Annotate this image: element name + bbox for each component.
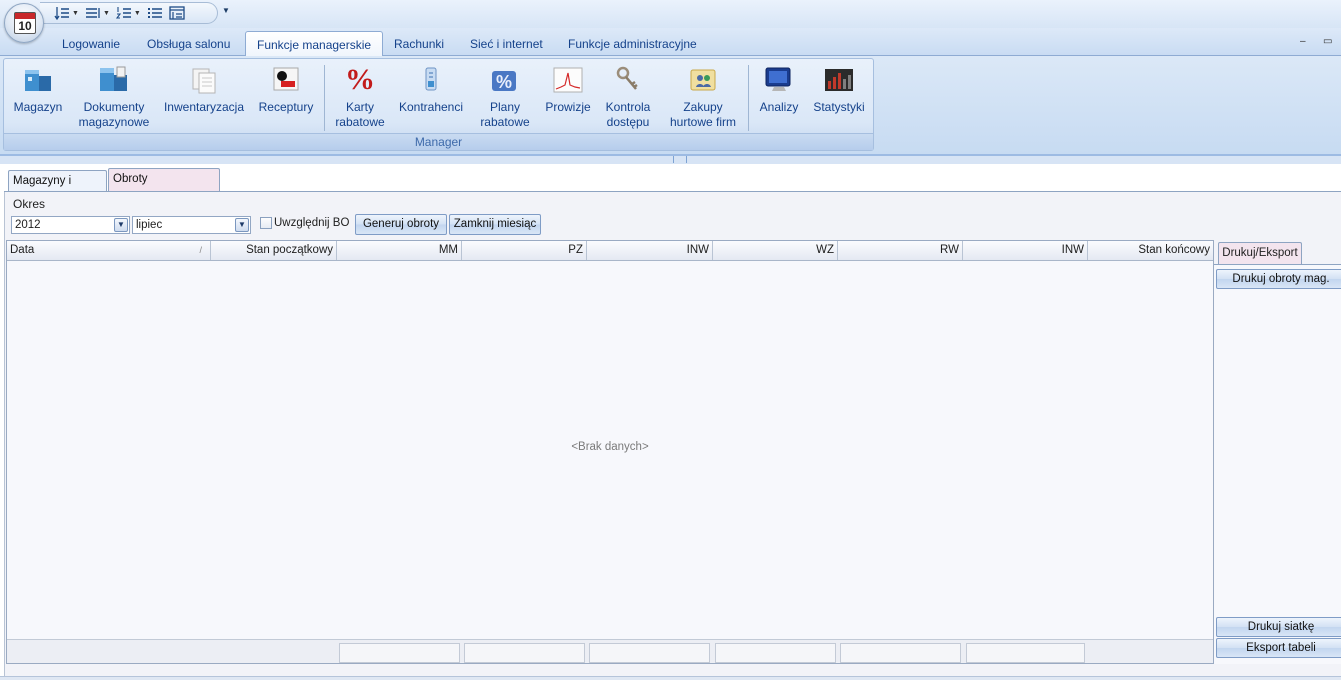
customize-qat-icon[interactable]: ▼ bbox=[222, 6, 230, 15]
obroty-panel: Okres 2012 ▼ lipiec ▼ Uwzględnij BO Gene… bbox=[4, 192, 1341, 676]
commission-chart-icon bbox=[551, 63, 585, 97]
ribbon-tab-row: Logowanie Obsługa salonu Funkcje manager… bbox=[0, 28, 1341, 58]
column-header-inw[interactable]: INW bbox=[587, 241, 713, 260]
generate-turnover-button[interactable]: Generuj obroty bbox=[355, 214, 447, 235]
kontrola-dostepu-button[interactable]: Kontrola dostępu bbox=[602, 63, 654, 130]
restore-window-icon[interactable]: ▭ bbox=[1323, 36, 1332, 47]
recipes-icon bbox=[269, 63, 303, 97]
footer-summary-cell bbox=[464, 643, 585, 663]
ribbon-group-manager: Magazyn Dokumenty magazynowe Inwentaryza… bbox=[3, 58, 874, 151]
empty-grid-message: <Brak danych> bbox=[571, 441, 649, 453]
column-header-mm[interactable]: MM bbox=[337, 241, 462, 260]
close-month-button[interactable]: Zamknij miesiąc bbox=[449, 214, 541, 235]
tab-drukuj-eksport[interactable]: Drukuj/Eksport bbox=[1218, 242, 1302, 264]
column-header-pz[interactable]: PZ bbox=[462, 241, 587, 260]
splitter-grip-icon[interactable] bbox=[673, 156, 687, 163]
ribbon-separator bbox=[324, 65, 325, 131]
tab-rachunki[interactable]: Rachunki bbox=[383, 31, 455, 57]
wholesale-icon bbox=[686, 63, 720, 97]
column-header-rw[interactable]: RW bbox=[838, 241, 963, 260]
sort-list-button[interactable]: ▼ bbox=[52, 4, 81, 22]
turnover-grid: Data / Stan początkowy MM PZ INW WZ RW I… bbox=[6, 240, 1214, 664]
application-menu-button[interactable]: 10 bbox=[4, 3, 44, 43]
warehouse-icon bbox=[21, 63, 55, 97]
analizy-button[interactable]: Analizy bbox=[756, 63, 802, 115]
documents-warehouse-icon bbox=[97, 63, 131, 97]
chevron-down-icon[interactable]: ▼ bbox=[114, 218, 128, 232]
tab-obroty-magazynowe[interactable]: Obroty magazynowe bbox=[108, 168, 220, 205]
percent-icon: % bbox=[345, 63, 375, 96]
include-bo-label: Uwzględnij BO bbox=[274, 217, 350, 229]
align-list-icon bbox=[85, 8, 100, 18]
year-value: 2012 bbox=[15, 219, 41, 231]
footer-summary-cell bbox=[589, 643, 710, 663]
month-value: lipiec bbox=[136, 219, 163, 231]
statistics-icon bbox=[822, 63, 856, 97]
footer-summary-cell bbox=[966, 643, 1085, 663]
discount-plans-icon: % bbox=[488, 63, 522, 97]
receptury-button[interactable]: Receptury bbox=[256, 63, 316, 115]
print-grid-button[interactable]: Drukuj siatkę bbox=[1216, 617, 1341, 637]
monitor-icon bbox=[762, 63, 796, 97]
numbered-list-icon bbox=[115, 7, 131, 19]
month-select[interactable]: lipiec ▼ bbox=[132, 216, 251, 234]
sort-indicator-icon: / bbox=[199, 245, 202, 255]
status-strip bbox=[0, 676, 1341, 680]
inventory-icon bbox=[187, 63, 221, 97]
contractors-icon bbox=[414, 63, 448, 97]
tab-logowanie[interactable]: Logowanie bbox=[51, 31, 131, 57]
column-header-data[interactable]: Data / bbox=[7, 241, 211, 260]
ribbon-splitter[interactable] bbox=[0, 154, 1341, 164]
grid-footer bbox=[7, 639, 1213, 663]
minimize-ribbon-icon[interactable]: – bbox=[1300, 36, 1306, 47]
chevron-down-icon: ▼ bbox=[72, 9, 79, 17]
magazyn-button[interactable]: Magazyn bbox=[12, 63, 64, 115]
svg-text:%: % bbox=[496, 72, 512, 92]
footer-summary-cell bbox=[840, 643, 961, 663]
column-header-wz[interactable]: WZ bbox=[713, 241, 838, 260]
include-bo-checkbox[interactable] bbox=[260, 217, 272, 229]
chevron-down-icon: ▼ bbox=[102, 9, 110, 17]
keys-icon bbox=[611, 63, 645, 97]
column-header-inw-2[interactable]: INW bbox=[963, 241, 1088, 260]
window-list-icon bbox=[169, 6, 185, 20]
content-area: Magazyny i towary Obroty magazynowe Okre… bbox=[0, 164, 1341, 680]
grid-header: Data / Stan początkowy MM PZ INW WZ RW I… bbox=[7, 241, 1213, 261]
footer-summary-cell bbox=[339, 643, 460, 663]
sort-list-icon bbox=[54, 7, 69, 20]
numbered-list-button[interactable]: ▼ bbox=[114, 4, 143, 22]
window-list-button[interactable] bbox=[167, 4, 187, 22]
calendar-icon: 10 bbox=[14, 12, 36, 34]
print-turnover-button[interactable]: Drukuj obroty mag. bbox=[1216, 269, 1341, 289]
tab-siec-i-internet[interactable]: Sieć i internet bbox=[459, 31, 554, 57]
quick-access-toolbar: ▼ ▼ ▼ bbox=[40, 2, 218, 24]
year-select[interactable]: 2012 ▼ bbox=[11, 216, 130, 234]
karty-rabatowe-button[interactable]: % Karty rabatowe bbox=[332, 63, 388, 130]
statystyki-button[interactable]: Statystyki bbox=[810, 63, 868, 115]
okres-label: Okres bbox=[13, 197, 46, 211]
export-table-button[interactable]: Eksport tabeli bbox=[1216, 638, 1341, 658]
column-header-stan-koncowy[interactable]: Stan końcowy bbox=[1088, 241, 1213, 260]
chevron-down-icon[interactable]: ▼ bbox=[235, 218, 249, 232]
ribbon-separator bbox=[748, 65, 749, 131]
tab-funkcje-managerskie[interactable]: Funkcje managerskie bbox=[245, 31, 384, 58]
ribbon-group-label: Manager bbox=[4, 133, 873, 150]
plany-rabatowe-button[interactable]: % Plany rabatowe bbox=[476, 63, 534, 130]
inwentaryzacja-button[interactable]: Inwentaryzacja bbox=[162, 63, 246, 115]
chevron-down-icon: ▼ bbox=[133, 9, 141, 17]
align-list-button[interactable]: ▼ bbox=[83, 4, 112, 22]
print-export-panel: Drukuj obroty mag. Drukuj siatkę Eksport… bbox=[1214, 264, 1341, 664]
column-header-stan-poczatkowy[interactable]: Stan początkowy bbox=[211, 241, 337, 260]
bullet-list-icon bbox=[147, 8, 162, 18]
dokumenty-magazynowe-button[interactable]: Dokumenty magazynowe bbox=[76, 63, 152, 130]
prowizje-button[interactable]: Prowizje bbox=[542, 63, 594, 115]
tab-funkcje-administracyjne[interactable]: Funkcje administracyjne bbox=[557, 31, 708, 57]
ribbon-panel: Magazyn Dokumenty magazynowe Inwentaryza… bbox=[0, 56, 1341, 154]
tab-magazyny-i-towary[interactable]: Magazyny i towary bbox=[8, 170, 107, 207]
zakupy-hurtowe-firm-button[interactable]: Zakupy hurtowe firm bbox=[663, 63, 743, 130]
footer-summary-cell bbox=[715, 643, 836, 663]
kontrahenci-button[interactable]: Kontrahenci bbox=[398, 63, 464, 115]
bullet-list-button[interactable] bbox=[145, 4, 165, 22]
tab-obsluga-salonu[interactable]: Obsługa salonu bbox=[136, 31, 241, 57]
